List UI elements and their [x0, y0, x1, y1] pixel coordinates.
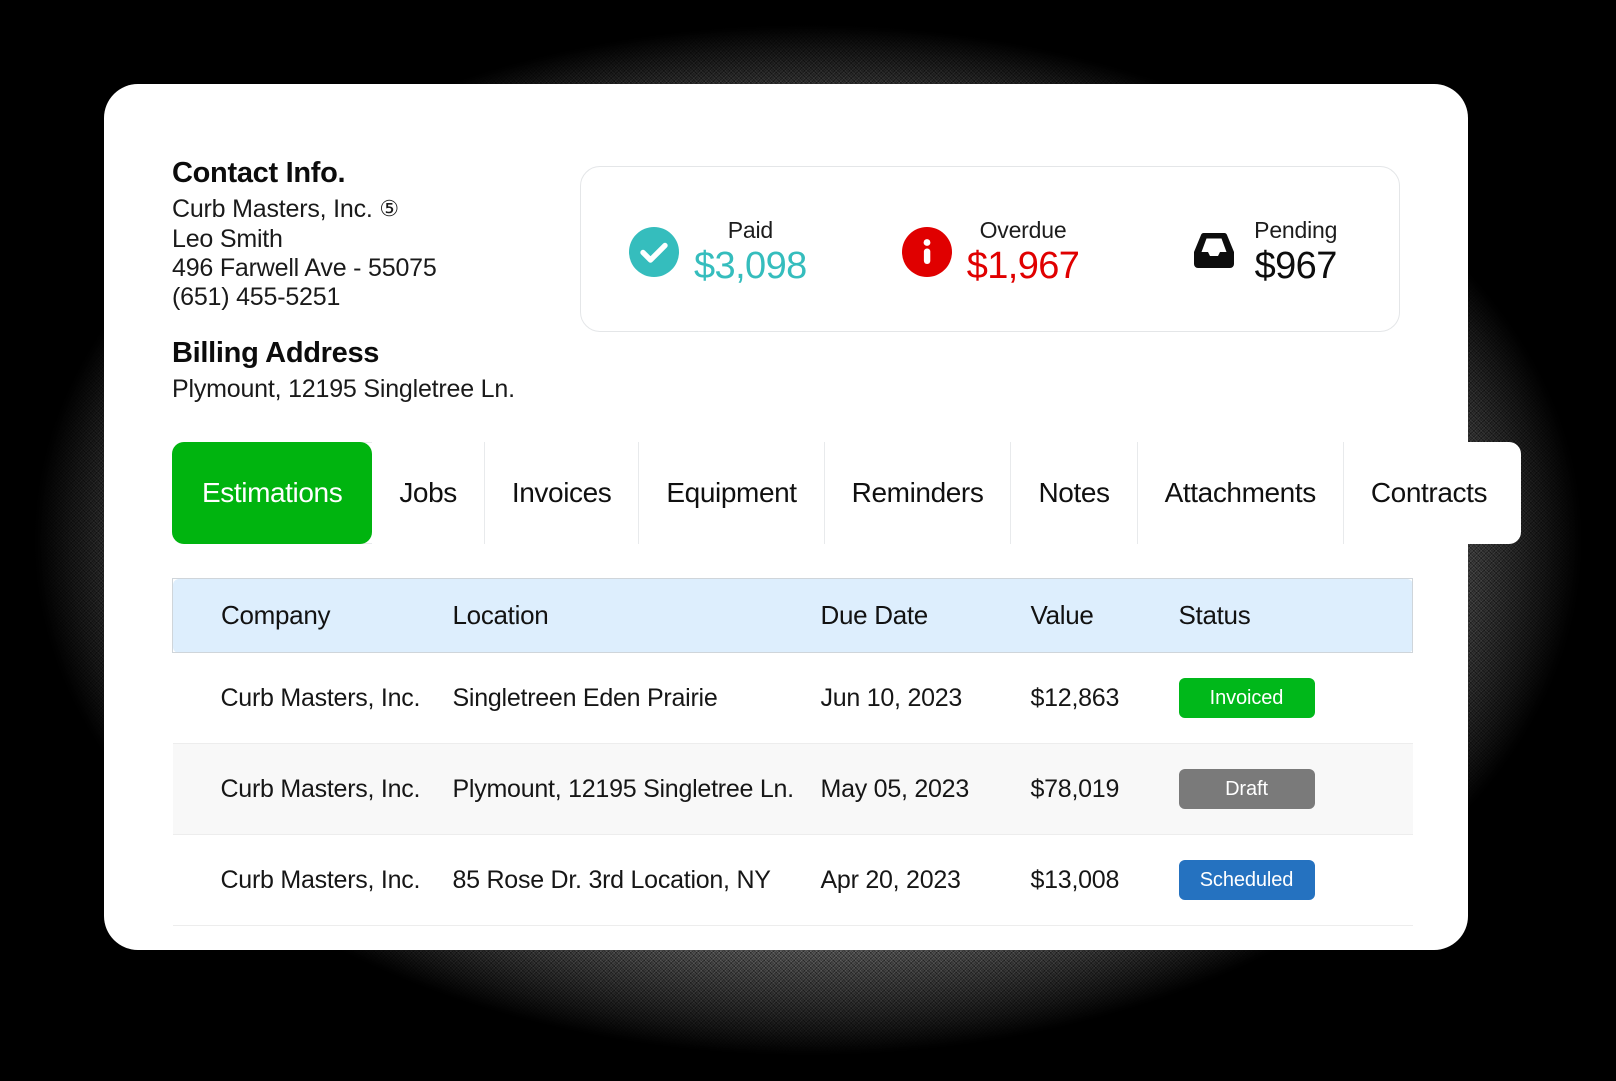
- stat-pending: Pending $967: [1126, 213, 1399, 285]
- status-badge[interactable]: Draft: [1178, 769, 1315, 809]
- stat-overdue-text: Overdue $1,967: [966, 217, 1080, 287]
- circled-five-icon: ⑤: [379, 196, 399, 222]
- cell-status: Draft: [1178, 743, 1413, 835]
- column-header-value[interactable]: Value: [1030, 578, 1179, 653]
- status-badge[interactable]: Scheduled: [1178, 860, 1315, 900]
- cell-due-date: May 05, 2023: [820, 743, 1031, 835]
- contact-company-name: Curb Masters, Inc.: [172, 195, 373, 224]
- payment-summary-card: Paid $3,098 Overdue $1,967 Pending $967: [580, 166, 1400, 332]
- cell-value: $13,008: [1030, 834, 1179, 926]
- table-header-row: Company Location Due Date Value Status: [172, 578, 1413, 653]
- tab-invoices[interactable]: Invoices: [484, 442, 640, 544]
- tab-jobs[interactable]: Jobs: [372, 442, 485, 544]
- table-body: Curb Masters, Inc. Singletreen Eden Prai…: [172, 652, 1413, 926]
- column-header-due-date[interactable]: Due Date: [820, 578, 1031, 653]
- cell-location: 85 Rose Dr. 3rd Location, NY: [452, 834, 821, 926]
- inbox-icon: [1188, 226, 1240, 278]
- billing-address-value: Plymount, 12195 Singletree Ln.: [172, 375, 515, 404]
- contact-person: Leo Smith: [172, 224, 283, 253]
- tab-equipment[interactable]: Equipment: [639, 442, 825, 544]
- tab-estimations[interactable]: Estimations: [172, 442, 373, 544]
- stat-pending-text: Pending $967: [1254, 217, 1338, 287]
- stat-overdue-label: Overdue: [979, 217, 1067, 243]
- stat-overdue: Overdue $1,967: [854, 213, 1127, 285]
- tab-contracts[interactable]: Contracts: [1343, 442, 1522, 544]
- cell-company: Curb Masters, Inc.: [172, 652, 453, 744]
- contact-info-section: Contact Info. Curb Masters, Inc. ⑤ Leo S…: [172, 156, 602, 312]
- stat-pending-value: $967: [1254, 245, 1338, 287]
- cell-location: Singletreen Eden Prairie: [452, 652, 821, 744]
- tab-notes[interactable]: Notes: [1011, 442, 1138, 544]
- cell-due-date: Apr 20, 2023: [820, 834, 1031, 926]
- cell-company: Curb Masters, Inc.: [172, 834, 453, 926]
- stat-paid: Paid $3,098: [581, 213, 854, 285]
- info-circle-icon: [901, 226, 953, 278]
- stat-overdue-value: $1,967: [966, 245, 1080, 287]
- cell-location: Plymount, 12195 Singletree Ln.: [452, 743, 821, 835]
- stat-paid-text: Paid $3,098: [694, 217, 807, 287]
- table-header: Company Location Due Date Value Status: [172, 578, 1413, 653]
- tab-list: Estimations Jobs Invoices Equipment Remi…: [172, 442, 1522, 544]
- column-header-location[interactable]: Location: [452, 578, 821, 653]
- contact-phone: (651) 455-5251: [172, 283, 341, 312]
- cell-value: $12,863: [1030, 652, 1179, 744]
- table-row[interactable]: Curb Masters, Inc. Plymount, 12195 Singl…: [172, 743, 1413, 835]
- tab-attachments[interactable]: Attachments: [1137, 442, 1344, 544]
- tab-bar: Estimations Jobs Invoices Equipment Remi…: [172, 442, 1522, 544]
- stat-pending-label: Pending: [1254, 217, 1338, 243]
- check-circle-icon: [628, 226, 680, 278]
- column-header-status[interactable]: Status: [1178, 578, 1413, 653]
- billing-address-section: Billing Address Plymount, 12195 Singletr…: [172, 336, 632, 405]
- customer-detail-card: Contact Info. Curb Masters, Inc. ⑤ Leo S…: [104, 84, 1522, 950]
- estimations-table: Company Location Due Date Value Status C…: [172, 578, 1413, 926]
- stat-paid-value: $3,098: [694, 245, 807, 287]
- billing-address-title: Billing Address: [172, 337, 380, 369]
- contact-info-title: Contact Info.: [172, 157, 346, 189]
- status-badge[interactable]: Invoiced: [1178, 678, 1315, 718]
- table-row[interactable]: Curb Masters, Inc. 85 Rose Dr. 3rd Locat…: [172, 834, 1413, 926]
- table-row[interactable]: Curb Masters, Inc. Singletreen Eden Prai…: [172, 652, 1413, 744]
- cell-status: Scheduled: [1178, 834, 1413, 926]
- stat-paid-label: Paid: [727, 217, 773, 243]
- contact-address: 496 Farwell Ave - 55075: [172, 253, 437, 282]
- cell-value: $78,019: [1030, 743, 1179, 835]
- cell-due-date: Jun 10, 2023: [820, 652, 1031, 744]
- cell-company: Curb Masters, Inc.: [172, 743, 453, 835]
- cell-status: Invoiced: [1178, 652, 1413, 744]
- contact-company: Curb Masters, Inc. ⑤: [172, 195, 602, 224]
- tab-reminders[interactable]: Reminders: [824, 442, 1012, 544]
- column-header-company[interactable]: Company: [172, 578, 453, 653]
